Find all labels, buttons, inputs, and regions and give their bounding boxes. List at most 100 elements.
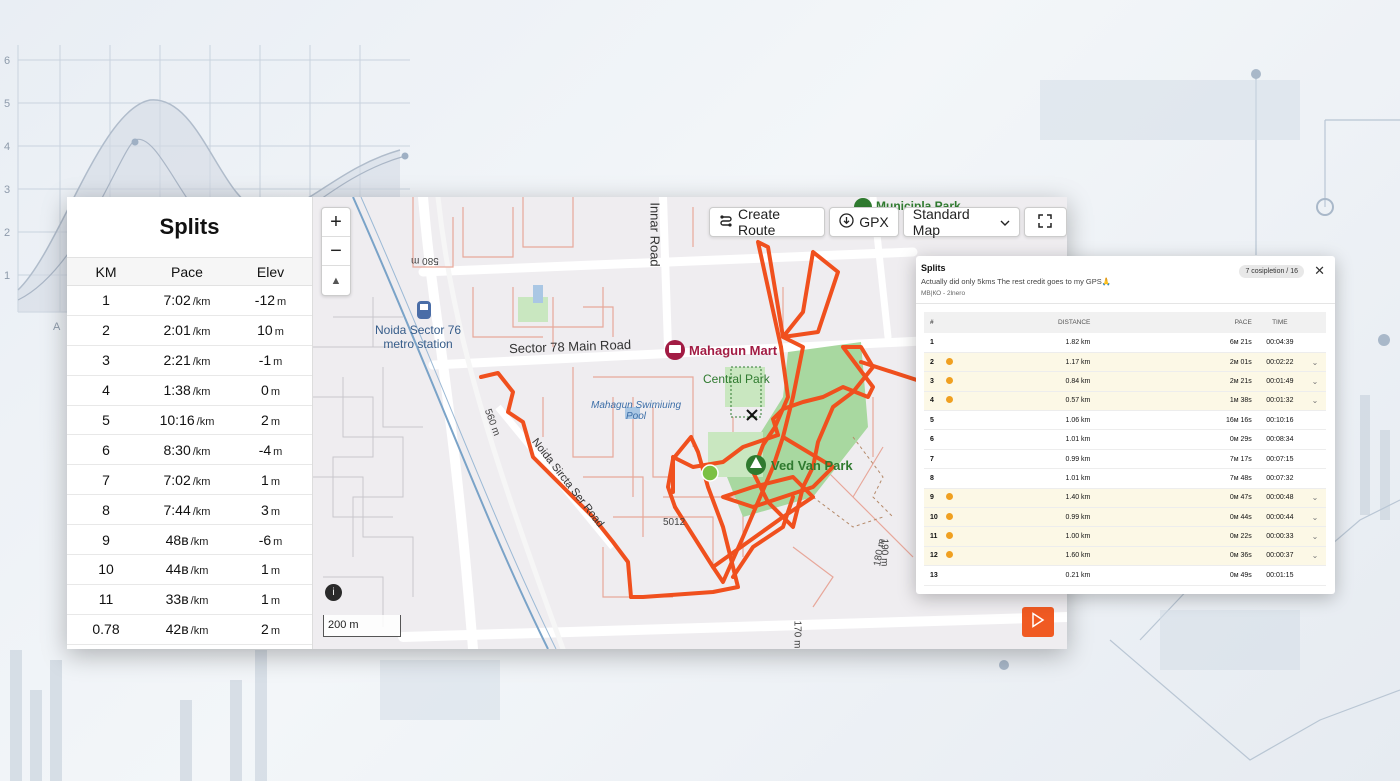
split-distance: 1.01 km (970, 429, 1091, 450)
expand-row-cell[interactable]: ⌄ (1303, 507, 1326, 528)
gpx-download-button[interactable]: GPX (829, 207, 899, 237)
zoom-in-button[interactable]: + (322, 208, 350, 237)
split-elev: 0m (229, 375, 312, 406)
split-number: 1 (924, 333, 947, 353)
bg-y-tick: 5 (4, 98, 10, 110)
fullscreen-button[interactable] (1023, 207, 1067, 237)
split-time: 00:01:32 (1255, 391, 1304, 412)
split-flag (946, 488, 971, 509)
route-icon (719, 214, 733, 231)
split-km: 4 (67, 375, 145, 406)
table-row[interactable]: 11 1.00 km 0м 22s 00:00:33 ⌄ (924, 526, 1326, 547)
split-pace: 7м 48s (1090, 468, 1256, 489)
gpx-label: GPX (859, 214, 889, 230)
bg-x-tick: A (53, 321, 61, 333)
table-row: 5 10:16/km 2 m (67, 405, 312, 436)
split-elev: 2m (229, 405, 312, 436)
split-number: 11 (924, 526, 947, 547)
split-elev: 1m (229, 464, 312, 496)
col-elev-header: Elev (229, 257, 312, 286)
split-km: 10 (67, 554, 145, 585)
split-number: 10 (924, 507, 947, 528)
split-pace: 6м 21s (1090, 333, 1256, 353)
split-number: 8 (924, 468, 947, 489)
expand-row-cell[interactable]: ⌄ (1303, 488, 1326, 509)
split-flag (946, 352, 971, 373)
reset-bearing-button[interactable]: ▲ (322, 266, 350, 295)
expand-row-cell[interactable]: ⌄ (1303, 371, 1326, 392)
fullscreen-icon (1038, 213, 1053, 231)
chevron-down-icon[interactable]: ⌄ (1312, 493, 1319, 502)
split-elev: -12 m (229, 285, 312, 316)
bg-y-tick: 1 (4, 270, 10, 282)
table-row[interactable]: 12 1.60 km 0м 36s 00:00:37 ⌄ (924, 546, 1326, 567)
table-row: 4 1:38/km 0 m (67, 375, 312, 406)
table-row: 6 1.01 km 0м 29s 00:08:34 (924, 429, 1326, 450)
split-flag (946, 410, 971, 431)
split-time: 00:00:44 (1255, 507, 1304, 528)
label-elevation: 190 m (878, 538, 890, 567)
table-row[interactable]: 9 1.40 km 0м 47s 00:00:48 ⌄ (924, 488, 1326, 509)
table-row[interactable]: 10 0.99 km 0м 44s 00:00:44 ⌄ (924, 507, 1326, 528)
label-ved-van-park: Ved Van Park (771, 458, 853, 473)
split-km: 9 (67, 524, 145, 556)
split-time: 00:04:39 (1255, 333, 1304, 353)
label-elevation: 5012 (663, 517, 686, 528)
split-distance: 1.17 km (970, 352, 1091, 373)
split-km: 0.78 (67, 614, 145, 645)
create-route-button[interactable]: Create Route (709, 206, 826, 238)
col-pace-header: Pace (145, 257, 229, 286)
label-central-park: Central Park (703, 372, 770, 386)
bg-y-tick: 3 (4, 184, 10, 196)
chevron-down-icon[interactable]: ⌄ (1312, 513, 1319, 522)
split-distance: 0.57 km (970, 391, 1091, 412)
split-time: 00:00:37 (1255, 546, 1304, 567)
table-row[interactable]: 4 0.57 km 1м 38s 00:01:32 ⌄ (924, 391, 1326, 412)
warning-dot-icon (946, 396, 954, 404)
chevron-down-icon[interactable]: ⌄ (1312, 377, 1319, 386)
split-pace: 16м 16s (1090, 410, 1256, 431)
table-row: 2 2:01/km 10 m (67, 315, 312, 346)
bg-y-tick: 2 (4, 227, 10, 239)
split-number: 3 (924, 371, 947, 392)
expand-row-cell (1303, 410, 1326, 431)
split-flag (946, 371, 971, 392)
split-km: 6 (67, 434, 145, 466)
split-elev: 3m (229, 494, 312, 526)
table-row[interactable]: 2 1.17 km 2м 01s 00:02:22 ⌄ (924, 352, 1326, 373)
play-route-button[interactable] (1022, 607, 1054, 637)
split-pace: 0м 47s (1090, 488, 1256, 509)
split-time: 00:00:33 (1255, 526, 1304, 547)
split-flag (946, 546, 971, 567)
split-distance: 1.01 km (970, 468, 1091, 489)
split-elev: -1 m (229, 345, 312, 376)
chevron-down-icon[interactable]: ⌄ (1312, 396, 1319, 405)
expand-row-cell (1303, 449, 1326, 470)
col-expand-header (1303, 312, 1326, 333)
close-icon[interactable]: ✕ (1314, 263, 1325, 279)
chevron-down-icon[interactable]: ⌄ (1312, 551, 1319, 560)
expand-row-cell[interactable]: ⌄ (1303, 546, 1326, 567)
split-flag (946, 526, 971, 547)
split-pace: 0м 44s (1090, 507, 1256, 528)
col-num-header: # (924, 312, 947, 333)
split-distance: 1.00 km (970, 526, 1091, 547)
chevron-down-icon[interactable]: ⌄ (1312, 532, 1319, 541)
expand-row-cell[interactable]: ⌄ (1303, 391, 1326, 412)
split-pace: 2:01/km (145, 315, 229, 346)
warning-dot-icon (946, 551, 954, 559)
expand-row-cell[interactable]: ⌄ (1303, 352, 1326, 373)
splits-table: KM Pace Elev 1 7:02/km -12 m 2 2:01/km 10 m 3 2:2… (67, 257, 312, 645)
split-pace: 7:02/km (145, 464, 229, 496)
split-pace: 7м 17s (1090, 449, 1256, 470)
map-style-select[interactable]: Standard Map (902, 206, 1020, 238)
expand-row-cell[interactable]: ⌄ (1303, 526, 1326, 547)
info-icon[interactable]: i (325, 584, 342, 601)
chevron-down-icon[interactable]: ⌄ (1312, 358, 1319, 367)
status-badge: 7 cosipletion / 16 (1239, 265, 1304, 278)
split-pace: 7:02/km (145, 285, 229, 316)
table-row[interactable]: 3 0.84 km 2м 21s 00:01:49 ⌄ (924, 371, 1326, 392)
split-distance: 1.82 km (970, 333, 1091, 353)
zoom-out-button[interactable]: − (322, 237, 350, 266)
table-row: 8 1.01 km 7м 48s 00:07:32 (924, 468, 1326, 489)
